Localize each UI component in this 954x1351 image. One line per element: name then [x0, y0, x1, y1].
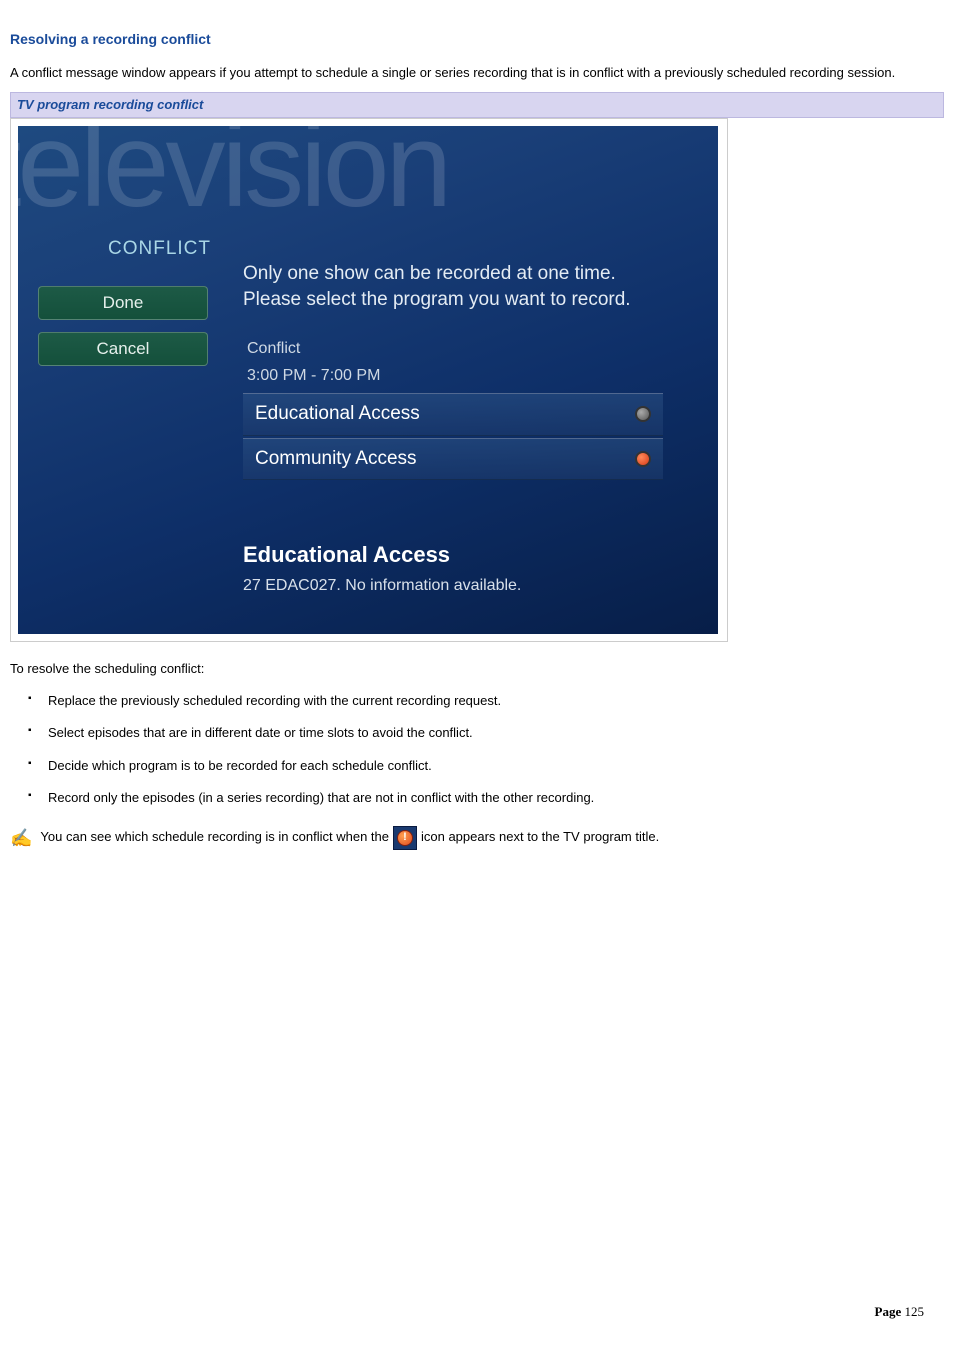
done-button[interactable]: Done [38, 286, 208, 320]
conflict-warning-text: This program will not record due to a co… [267, 633, 561, 634]
program-detail-block: Educational Access 27 EDAC027. No inform… [243, 540, 693, 597]
page-footer-number: 125 [905, 1304, 925, 1319]
resolve-intro: To resolve the scheduling conflict: [10, 660, 944, 678]
instruction-line-1: Only one show can be recorded at one tim… [243, 263, 616, 284]
page-footer: Page 125 [875, 1303, 924, 1321]
list-item: Replace the previously scheduled recordi… [28, 692, 944, 710]
record-indicator-off-icon [635, 406, 651, 422]
record-indicator-on-icon [635, 451, 651, 467]
note-text-pre: You can see which schedule recording is … [40, 828, 389, 846]
detail-title: Educational Access [243, 540, 693, 571]
pencil-note-icon: ✍ [10, 826, 32, 851]
heading-resolving-conflict: Resolving a recording conflict [10, 30, 944, 50]
conflict-label: Conflict [243, 338, 693, 360]
detail-subtitle: 27 EDAC027. No information available. [243, 575, 693, 597]
list-item: Record only the episodes (in a series re… [28, 789, 944, 807]
list-item: Decide which program is to be recorded f… [28, 757, 944, 775]
figure-caption-bar: TV program recording conflict [10, 92, 944, 118]
dialog-sidebar: Done Cancel [38, 246, 223, 366]
note-text-post: icon appears next to the TV program titl… [421, 828, 659, 846]
note-line: ✍ You can see which schedule recording i… [10, 825, 944, 850]
conflict-time: 3:00 PM - 7:00 PM [243, 365, 693, 387]
dialog-instruction: Only one show can be recorded at one tim… [243, 261, 693, 312]
program-option-1-title: Educational Access [255, 401, 420, 428]
page-footer-label: Page [875, 1304, 902, 1319]
cancel-button[interactable]: Cancel [38, 332, 208, 366]
resolve-bullet-list: Replace the previously scheduled recordi… [10, 692, 944, 807]
intro-paragraph: A conflict message window appears if you… [10, 64, 944, 82]
program-option-2-title: Community Access [255, 446, 417, 473]
program-option-1[interactable]: Educational Access [243, 393, 663, 436]
list-item: Select episodes that are in different da… [28, 724, 944, 742]
program-option-2[interactable]: Community Access [243, 438, 663, 481]
instruction-line-2: Please select the program you want to re… [243, 289, 631, 310]
conflict-warning-line: ! This program will not record due to a … [243, 633, 693, 634]
media-center-dialog: television CONFLICT Done Cancel Only one… [18, 126, 718, 634]
exclamation-circle-icon: ! [397, 830, 413, 846]
screenshot-frame: television CONFLICT Done Cancel Only one… [10, 118, 728, 642]
watermark-text: television [18, 126, 448, 249]
inline-conflict-icon: ! [393, 826, 417, 850]
dialog-main-area: Only one show can be recorded at one tim… [243, 261, 693, 634]
